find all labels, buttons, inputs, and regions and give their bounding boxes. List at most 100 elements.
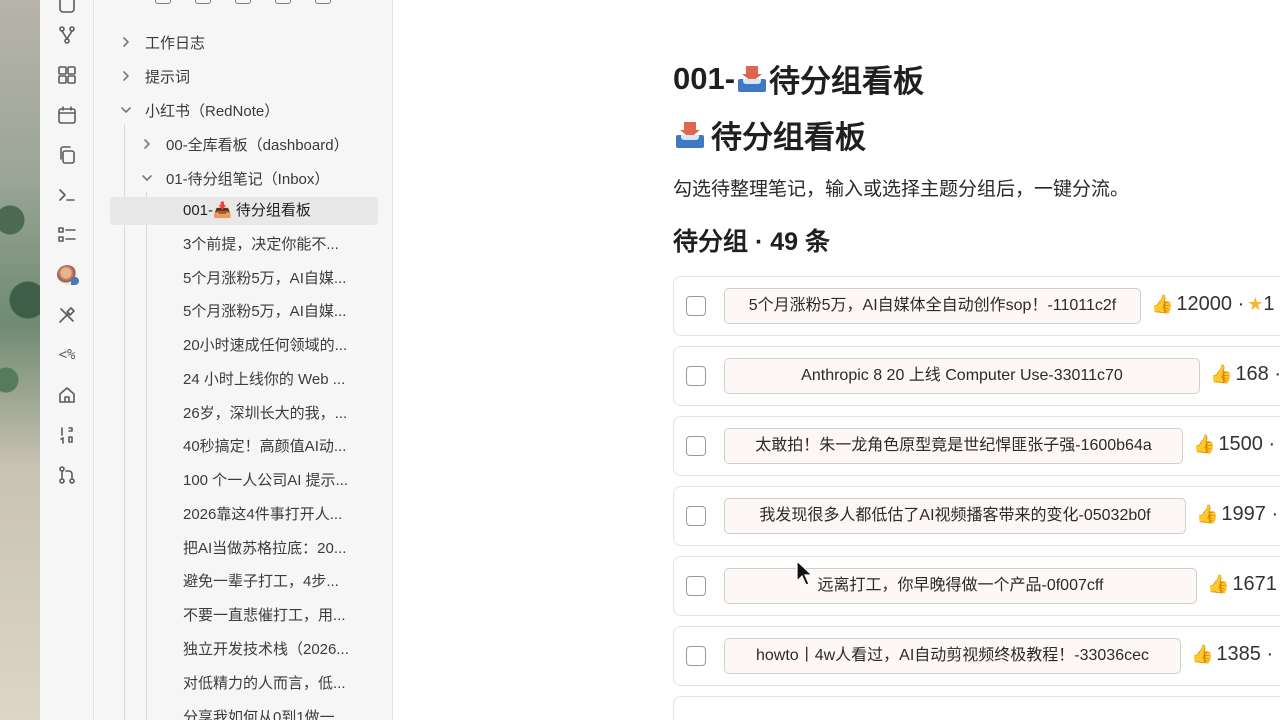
chevron-down-icon bbox=[119, 103, 133, 117]
tree-folder[interactable]: 小红书（RedNote） bbox=[119, 96, 279, 124]
note-stats: 👍 168 · bbox=[1210, 363, 1280, 386]
graph-icon[interactable] bbox=[54, 22, 80, 48]
tree-guide bbox=[146, 192, 147, 720]
tree-file[interactable]: 3个前提，决定你能不... bbox=[183, 231, 383, 259]
note-stats: 👍 1997 · bbox=[1196, 503, 1278, 526]
chevron-right-icon bbox=[140, 137, 154, 151]
star-icon: ★ bbox=[1247, 294, 1264, 314]
likes-count: 168 · bbox=[1235, 363, 1280, 385]
chevron-right-icon bbox=[119, 35, 133, 49]
tree-file[interactable]: 5个月涨粉5万，AI自媒... bbox=[183, 265, 383, 293]
note-title-input[interactable]: 太敢拍！朱一龙角色原型竟是世纪悍匪张子强-1600b64a bbox=[724, 428, 1183, 464]
note-stats: 👍 1671 bbox=[1207, 573, 1277, 596]
likes-count: 1385 · bbox=[1216, 643, 1274, 665]
tree-file[interactable]: 100 个一人公司AI 提示... bbox=[183, 467, 383, 495]
tree-file[interactable]: 2026靠这4件事打开人... bbox=[183, 501, 383, 529]
tree-file[interactable]: 40秒搞定！高颜值AI动... bbox=[183, 433, 383, 461]
terminal-icon[interactable] bbox=[54, 182, 80, 208]
note-card: 远离打工，你早晚得做一个产品-0f007cff 👍 1671 bbox=[673, 556, 1280, 616]
note-title-input[interactable]: Anthropic 8 20 上线 Computer Use-33011c70 bbox=[724, 358, 1200, 394]
folder-label: 01-待分组笔记（Inbox） bbox=[166, 170, 330, 188]
home-icon[interactable] bbox=[54, 382, 80, 408]
template-icon[interactable]: <% bbox=[54, 342, 80, 368]
tools-icon[interactable] bbox=[54, 302, 80, 328]
tree-file[interactable]: 分享我如何从0到1做一... bbox=[183, 704, 383, 720]
inbox-tray-icon bbox=[675, 120, 705, 150]
desktop-wallpaper bbox=[0, 0, 40, 720]
page-title: 001- 待分组看板 bbox=[673, 56, 924, 101]
thumbs-up-icon: 👍 bbox=[1151, 294, 1174, 314]
list-icon[interactable] bbox=[54, 222, 80, 248]
title-text: 待分组看板 bbox=[769, 64, 925, 99]
tree-file[interactable]: 001-📥 待分组看板 bbox=[110, 197, 378, 225]
likes-count: 12000 · bbox=[1176, 293, 1245, 315]
likes-count: 1500 · bbox=[1218, 433, 1276, 455]
inbox-tray-icon bbox=[737, 64, 767, 94]
note-stats: 👍 1385 · bbox=[1191, 643, 1273, 666]
star-count: 1 bbox=[1263, 293, 1275, 315]
likes-count: 1997 · bbox=[1221, 503, 1279, 525]
tree-file[interactable]: 把AI当做苏格拉底：20... bbox=[183, 535, 383, 563]
note-title-input[interactable]: 远离打工，你早晚得做一个产品-0f007cff bbox=[724, 568, 1197, 604]
note-card bbox=[673, 696, 1280, 720]
select-checkbox[interactable] bbox=[686, 436, 706, 456]
select-checkbox[interactable] bbox=[686, 296, 706, 316]
vault-icon[interactable] bbox=[54, 0, 80, 18]
note-title-input[interactable]: 5个月涨粉5万，AI自媒体全自动创作sop！-11011c2f bbox=[724, 288, 1141, 324]
title-prefix: 001- bbox=[673, 60, 736, 96]
section-heading: 待分组看板 bbox=[673, 112, 866, 157]
note-card: Anthropic 8 20 上线 Computer Use-33011c70 … bbox=[673, 346, 1280, 406]
thumbs-up-icon: 👍 bbox=[1196, 504, 1219, 524]
select-checkbox[interactable] bbox=[686, 576, 706, 596]
sort-icon[interactable] bbox=[235, 0, 251, 4]
note-stats: 👍 12000 · ★ 1 bbox=[1151, 293, 1275, 316]
note-editor: 001- 待分组看板 待分组看板 勾选待整理笔记，输入或选择主题分组后，一键分流… bbox=[394, 0, 1280, 720]
copy-icon[interactable] bbox=[54, 142, 80, 168]
collapse-icon[interactable] bbox=[275, 0, 291, 4]
note-card: 我发现很多人都低估了AI视频播客带来的变化-05032b0f 👍 1997 · bbox=[673, 486, 1280, 546]
folder-label: 提示词 bbox=[145, 68, 191, 86]
file-explorer: 工作日志 提示词 小红书（RedNote） 00-全库看板（dashboard）… bbox=[95, 0, 393, 720]
note-card: howto丨4w人看过，AI自动剪视频终极教程！-33036cec 👍 1385… bbox=[673, 626, 1280, 686]
note-title-input[interactable]: howto丨4w人看过，AI自动剪视频终极教程！-33036cec bbox=[724, 638, 1181, 674]
select-checkbox[interactable] bbox=[686, 366, 706, 386]
note-card: 太敢拍！朱一龙角色原型竟是世纪悍匪张子强-1600b64a 👍 1500 · bbox=[673, 416, 1280, 476]
thumbs-up-icon: 👍 bbox=[1191, 644, 1214, 664]
new-folder-icon[interactable] bbox=[195, 0, 211, 4]
tree-folder[interactable]: 工作日志 bbox=[119, 28, 205, 56]
chevron-down-icon bbox=[140, 171, 154, 185]
mouse-cursor-icon bbox=[796, 560, 814, 586]
tree-file[interactable]: 不要一直悲催打工，用... bbox=[183, 602, 383, 630]
avatar-icon[interactable] bbox=[54, 262, 80, 288]
note-card: 5个月涨粉5万，AI自媒体全自动创作sop！-11011c2f 👍 12000 … bbox=[673, 276, 1280, 336]
grid-icon[interactable] bbox=[54, 62, 80, 88]
thumbs-up-icon: 👍 bbox=[1210, 364, 1233, 384]
tree-file[interactable]: 避免一辈子打工，4步... bbox=[183, 568, 383, 596]
ribbon-bar: <% bbox=[40, 0, 94, 720]
tree-folder[interactable]: 00-全库看板（dashboard） bbox=[140, 130, 349, 158]
number-icon[interactable] bbox=[54, 422, 80, 448]
folder-label: 00-全库看板（dashboard） bbox=[166, 136, 349, 154]
tree-file[interactable]: 20小时速成任何领域的... bbox=[183, 332, 383, 360]
tree-file[interactable]: 26岁，深圳长大的我，... bbox=[183, 400, 383, 428]
tree-file[interactable]: 24 小时上线你的 Web ... bbox=[183, 366, 383, 394]
note-title-input[interactable]: 我发现很多人都低估了AI视频播客带来的变化-05032b0f bbox=[724, 498, 1186, 534]
heading-text: 待分组看板 bbox=[711, 120, 866, 155]
count-heading: 待分组 · 49 条 bbox=[673, 228, 830, 256]
tree-folder[interactable]: 01-待分组笔记（Inbox） bbox=[140, 164, 329, 192]
tree-file[interactable]: 对低精力的人而言，低... bbox=[183, 670, 383, 698]
git-icon[interactable] bbox=[54, 462, 80, 488]
calendar-icon[interactable] bbox=[54, 102, 80, 128]
note-stats: 👍 1500 · bbox=[1193, 433, 1275, 456]
tree-file[interactable]: 独立开发技术栈（2026... bbox=[183, 636, 383, 664]
select-checkbox[interactable] bbox=[686, 646, 706, 666]
folder-label: 工作日志 bbox=[145, 34, 206, 52]
tree-folder[interactable]: 提示词 bbox=[119, 62, 190, 90]
description-text: 勾选待整理笔记，输入或选择主题分组后，一键分流。 bbox=[673, 179, 1130, 200]
likes-count: 1671 bbox=[1232, 573, 1277, 595]
close-icon[interactable] bbox=[315, 0, 331, 4]
tree-file[interactable]: 5个月涨粉5万，AI自媒... bbox=[183, 298, 383, 326]
chevron-right-icon bbox=[119, 69, 133, 83]
select-checkbox[interactable] bbox=[686, 506, 706, 526]
new-note-icon[interactable] bbox=[155, 0, 171, 4]
